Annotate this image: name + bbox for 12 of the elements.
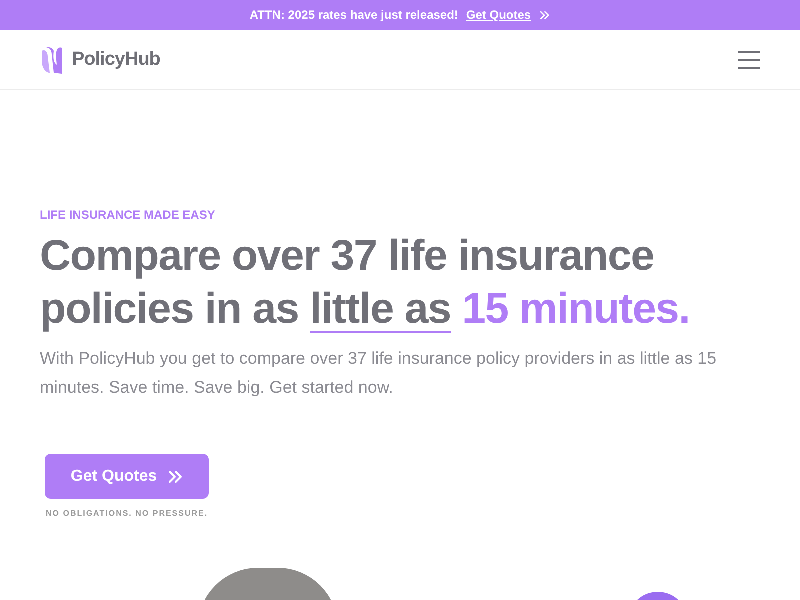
hero-heading: Compare over 37 life insurance policies in as little as 15 minutes. (40, 231, 691, 335)
double-chevron-icon (167, 468, 184, 484)
get-quotes-link[interactable]: Get Quotes (466, 8, 550, 22)
get-quotes-button[interactable]: Get Quotes (45, 454, 209, 499)
announcement-text: ATTN: 2025 rates have just released! (250, 8, 458, 22)
double-chevron-icon (539, 10, 550, 20)
logo-text: PolicyHub (72, 48, 160, 70)
eyebrow-text: LIFE INSURANCE MADE EASY (40, 208, 216, 222)
note-text: NO OBLIGATIONS. NO PRESSURE. (46, 509, 210, 518)
menu-button[interactable] (738, 50, 760, 68)
hero-description: With PolicyHub you get to compare over 37 life insurance policy providers in as little as 15 minutes. Save time. Save big. Get started now. (40, 348, 718, 399)
logo-icon (40, 44, 64, 74)
